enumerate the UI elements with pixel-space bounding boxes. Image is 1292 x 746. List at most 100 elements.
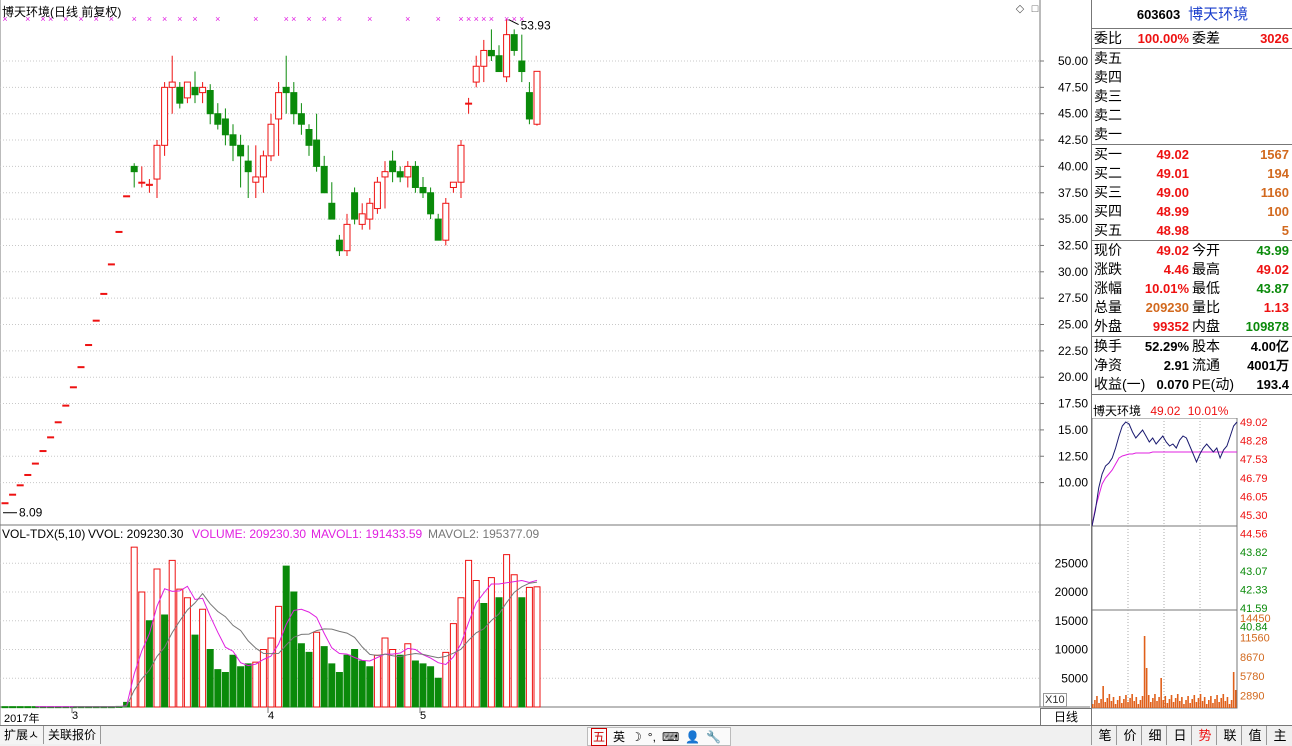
- ask-row: 卖五: [1092, 49, 1292, 68]
- candle-body: [24, 473, 32, 476]
- volume-bar: [358, 660, 366, 708]
- moon-icon[interactable]: ☽: [631, 729, 642, 745]
- bid-row[interactable]: 买三 49.00 1160: [1092, 183, 1292, 202]
- volume-bar: [396, 654, 404, 708]
- punctuation-icon[interactable]: °,: [648, 729, 656, 745]
- period-tab-daily[interactable]: 日线: [1040, 708, 1091, 726]
- ime-english-icon[interactable]: 英: [613, 729, 625, 745]
- mini-volume-bar: [1150, 702, 1152, 708]
- tab-price[interactable]: 价: [1116, 726, 1143, 745]
- candle-body: [130, 165, 138, 173]
- volume-bar: [282, 565, 290, 708]
- bid-row[interactable]: 买一 49.02 1567: [1092, 145, 1292, 164]
- candle-body: [389, 160, 397, 173]
- candle-body: [199, 86, 207, 94]
- user-icon[interactable]: 👤: [685, 729, 700, 745]
- candle-body: [138, 181, 146, 184]
- candle-body: [275, 92, 283, 120]
- chart-title: 博天环境(日线 前复权): [2, 5, 122, 19]
- volume-tick-label: 5000: [1061, 671, 1088, 685]
- mini-volume-bar: [1116, 700, 1119, 708]
- tab-linked[interactable]: 联: [1216, 726, 1243, 745]
- fin-label: 流通: [1192, 357, 1220, 373]
- candle-body: [525, 92, 533, 120]
- maximize-icon[interactable]: □: [1029, 3, 1041, 15]
- weibi-label: 委比: [1094, 30, 1122, 46]
- mini-volume-bar: [1094, 700, 1096, 708]
- volume-bar: [465, 559, 473, 708]
- related-quotes-tab[interactable]: 关联报价: [44, 726, 102, 744]
- mini-vol-tick: 11560: [1240, 632, 1270, 644]
- diamond-icon[interactable]: ◇: [1014, 2, 1026, 15]
- bid-volume: 100: [1267, 204, 1289, 219]
- tab-detail[interactable]: 细: [1141, 726, 1168, 745]
- candle-body: [39, 450, 47, 453]
- keyboard-icon[interactable]: ⌨: [662, 729, 679, 745]
- tab-daily[interactable]: 日: [1166, 726, 1193, 745]
- fin-value: 52.29%: [1144, 339, 1189, 354]
- bid-price: 49.00: [1156, 185, 1189, 200]
- bid-row[interactable]: 买二 49.01 194: [1092, 164, 1292, 183]
- candle-body: [290, 92, 298, 115]
- volume-bar: [199, 608, 207, 708]
- mini-stock-name: 博天环境: [1093, 404, 1142, 418]
- signal-marker: ×: [291, 14, 296, 24]
- candle-body: [533, 70, 541, 125]
- stat-label: 总量: [1094, 299, 1122, 315]
- stat-value: 4.46: [1163, 262, 1189, 277]
- signal-marker: ×: [132, 14, 137, 24]
- bid-row[interactable]: 买五 48.98 5: [1092, 221, 1292, 240]
- mini-volume-bar: [1131, 694, 1133, 708]
- volume-tick-label: 20000: [1055, 585, 1089, 599]
- candle-body: [427, 192, 435, 215]
- tab-trades[interactable]: 笔: [1091, 726, 1118, 745]
- mini-price: 49.02: [1150, 404, 1181, 418]
- stock-name[interactable]: 博天环境: [1188, 6, 1248, 23]
- quote-header: 603603 博天环境: [1092, 0, 1292, 29]
- mini-volume-bar: [1187, 696, 1189, 708]
- tab-value[interactable]: 值: [1241, 726, 1268, 745]
- candle-body: [381, 171, 389, 178]
- volume-bar: [183, 597, 191, 708]
- candle-body: [221, 118, 229, 136]
- bid-row[interactable]: 买四 48.99 100: [1092, 202, 1292, 221]
- intraday-mini-chart[interactable]: 49.02 48.28 47.53 46.79 46.05 45.30 44.56 43.82…: [1092, 418, 1292, 718]
- mini-volume-bar: [1118, 696, 1121, 708]
- candle-body: [244, 160, 252, 173]
- fin-value: 2.91: [1163, 358, 1189, 373]
- ime-toolbar[interactable]: 五英 ☽ °, ⌨ 👤 🔧: [587, 727, 732, 746]
- ask-row: 卖三: [1092, 87, 1292, 106]
- fin-label: 换手: [1094, 338, 1122, 354]
- kline-chart-area[interactable]: 50.00 47.50 45.00 42.50 40.00 37.50 35.00 32.50…: [0, 0, 1090, 725]
- mini-volume-bar: [1145, 668, 1148, 708]
- volume-bar: [138, 591, 146, 708]
- stat-row: 外盘 99352 内盘 109878: [1092, 317, 1292, 336]
- volume-bar: [442, 651, 450, 708]
- fin-label: 股本: [1192, 338, 1220, 354]
- price-tick-label: 32.50: [1058, 238, 1088, 252]
- candle-body: [176, 86, 184, 104]
- kline-svg[interactable]: 50.00 47.50 45.00 42.50 40.00 37.50 35.00 32.50…: [0, 0, 1090, 725]
- signal-marker: ×: [284, 14, 289, 24]
- fin-value: 4001万: [1247, 358, 1289, 373]
- ime-wubi-icon[interactable]: 五: [591, 728, 608, 746]
- price-tick-label: 30.00: [1058, 265, 1088, 279]
- mini-volume-bar: [1220, 698, 1223, 708]
- mini-volume-bar: [1096, 696, 1098, 708]
- mini-volume-bar: [1154, 694, 1156, 708]
- fin-row: 换手 52.29% 股本 4.00亿: [1092, 337, 1292, 356]
- price-tick-label: 20.00: [1058, 370, 1088, 384]
- expand-tab[interactable]: 扩展ㅅ: [0, 726, 45, 744]
- volume-legend-item: VOL-TDX(5,10): [2, 527, 85, 541]
- tab-main[interactable]: 主: [1266, 726, 1292, 745]
- candle-body: [183, 81, 191, 99]
- candle-body: [168, 81, 176, 88]
- candle-body: [47, 436, 55, 439]
- tab-trend[interactable]: 势: [1191, 726, 1218, 745]
- wrench-icon[interactable]: 🔧: [706, 729, 721, 745]
- mini-price-tick: 46.79: [1240, 473, 1268, 485]
- candle-body: [145, 183, 153, 186]
- fin-row: 净资 2.91 流通 4001万: [1092, 356, 1292, 375]
- candle-body: [335, 239, 343, 252]
- stat-label: 现价: [1094, 242, 1122, 258]
